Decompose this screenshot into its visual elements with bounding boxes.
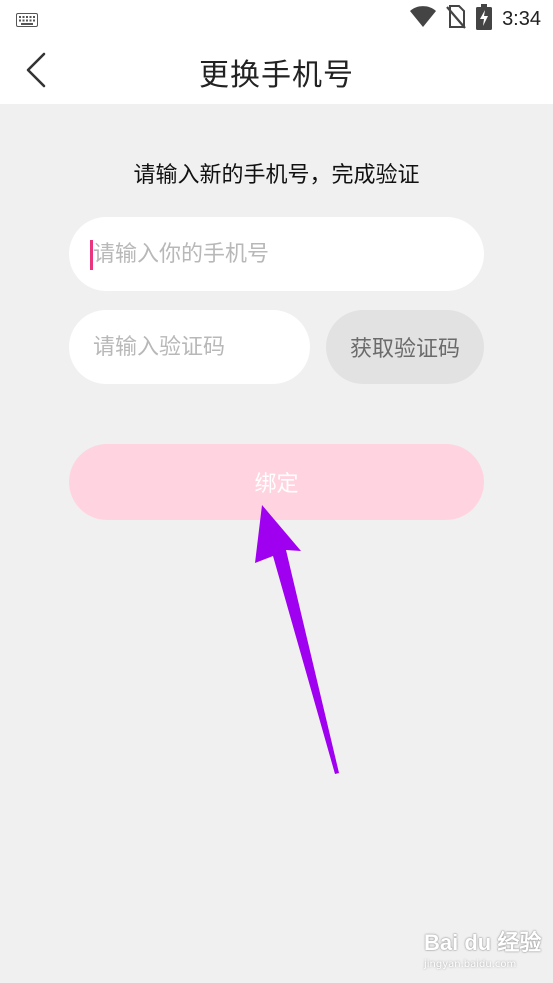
page-title: 更换手机号 <box>199 58 354 93</box>
phone-input[interactable] <box>69 217 484 291</box>
watermark-url: jingyan.baidu.com <box>424 959 517 970</box>
get-code-button[interactable]: 获取验证码 <box>326 310 484 384</box>
text-caret <box>90 240 93 270</box>
battery-charging-icon <box>476 4 493 34</box>
keyboard-icon <box>16 12 38 31</box>
verification-code-input[interactable] <box>69 310 310 384</box>
no-sim-icon <box>446 5 466 33</box>
instruction-text: 请输入新的手机号，完成验证 <box>133 163 420 188</box>
status-time: 3:34 <box>502 7 541 30</box>
wifi-icon <box>410 6 437 32</box>
watermark-logo: Bai du 经验 <box>424 930 542 955</box>
status-bar: 3:34 <box>0 0 553 38</box>
app-header: 更换手机号 <box>0 38 553 104</box>
baidu-jingyan-watermark: Bai du 经验 jingyan.baidu.com <box>424 925 549 975</box>
bind-button[interactable]: 绑定 <box>69 444 484 520</box>
